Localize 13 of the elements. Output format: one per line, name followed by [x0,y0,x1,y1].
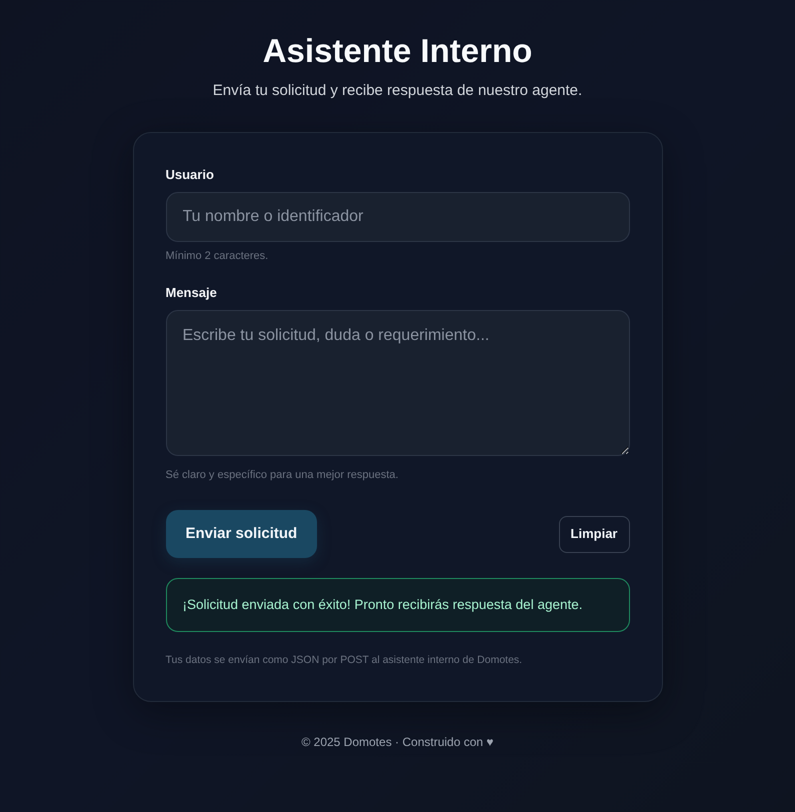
message-textarea[interactable]: Escribe tu solicitud, duda o requerimiento... [166,310,630,456]
field-hint: Sé claro y específico para una mejor respuesta. [166,468,400,482]
field-hint: Mínimo 2 caracteres. [166,249,270,263]
field-label: Mensaje [166,285,218,301]
page-title: Asistente Interno [262,31,532,71]
page-subtitle: Envía tu solicitud y recibe respuesta de nuestro agente. [212,81,582,101]
privacy-note: Tus datos se envían como JSON por POST al asistente interno de Domotes. [166,653,524,667]
submit-button[interactable]: Enviar solicitud [166,510,318,558]
success-message: ¡Solicitud enviada con éxito! Pronto recibirás respuesta del agente. [166,578,630,632]
field-label: Usuario [166,167,215,183]
username-input[interactable]: Tu nombre o identificador [166,192,630,242]
footer-text: © 2025 Domotes · Construido con ♥ [301,734,494,750]
clear-button[interactable]: Limpiar [558,516,630,552]
